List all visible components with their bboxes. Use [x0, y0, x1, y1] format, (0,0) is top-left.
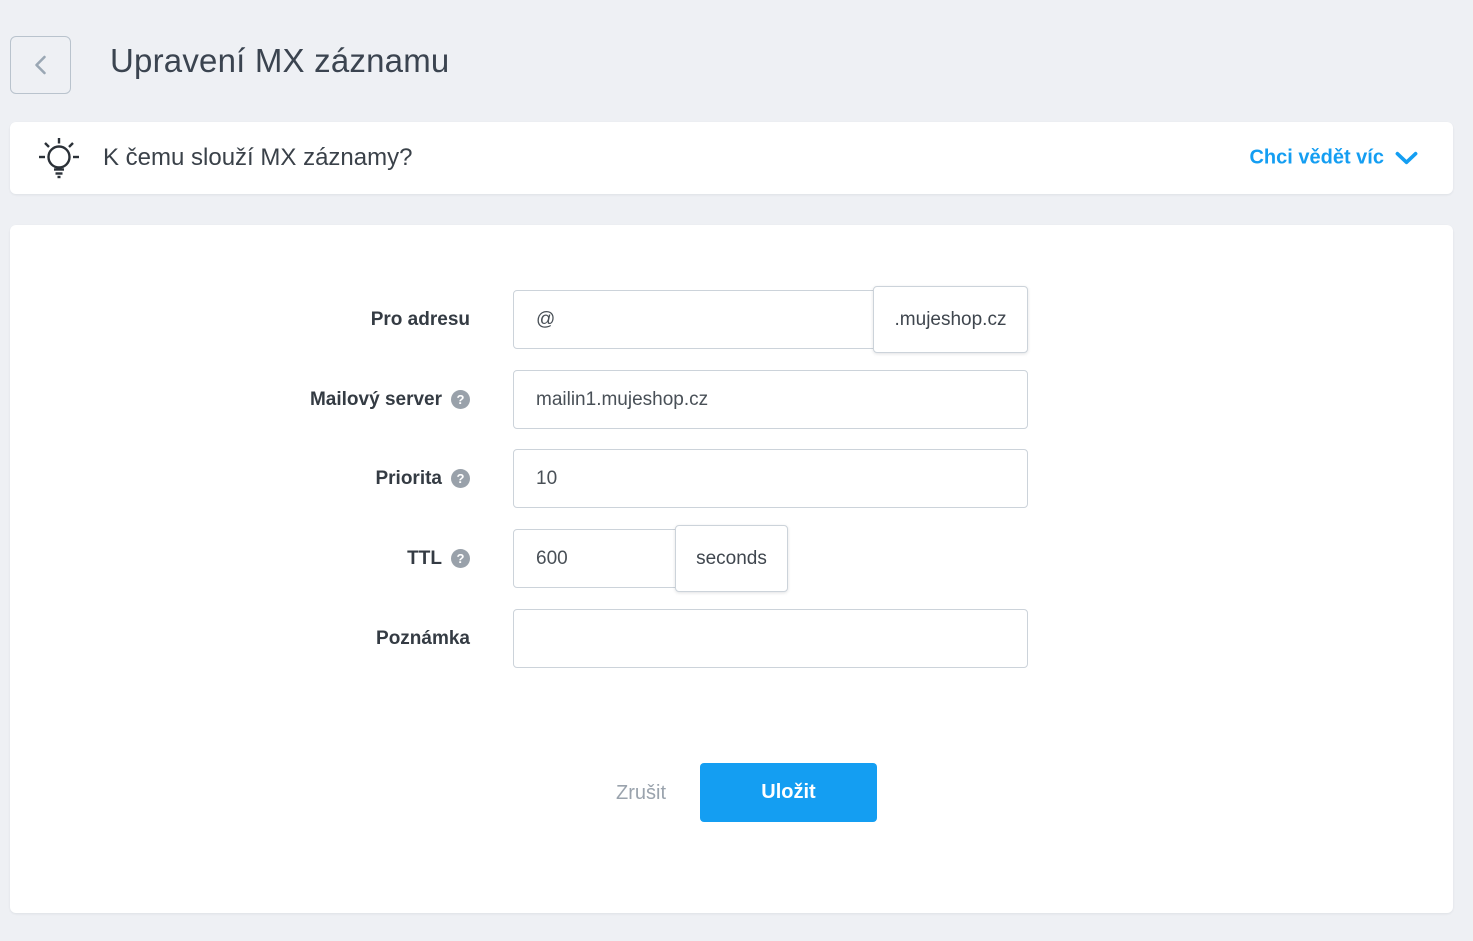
field-label-text: Pro adresu — [370, 308, 470, 330]
page: { "header": { "title": "Upravení MX zázn… — [0, 0, 1473, 941]
form-row-pro-adresu: Pro adresu .mujeshop.cz — [10, 286, 1453, 353]
help-icon[interactable]: ? — [451, 549, 470, 568]
field-label-pro-adresu: Pro adresu — [10, 290, 470, 349]
help-icon[interactable]: ? — [451, 469, 470, 488]
field-label-text: Poznámka — [376, 627, 470, 649]
back-button[interactable] — [10, 36, 71, 94]
field-label-ttl: TTL ? — [10, 529, 470, 588]
more-info-link[interactable]: Chci vědět víc — [1249, 147, 1418, 170]
mail-server-input-group — [513, 370, 1028, 429]
info-bar: K čemu slouží MX záznamy? Chci vědět víc — [10, 122, 1453, 194]
form-row-priorita: Priorita ? — [10, 449, 1453, 508]
page-title: Upravení MX záznamu — [110, 42, 450, 79]
chevron-down-icon — [1395, 151, 1418, 164]
info-question: K čemu slouží MX záznamy? — [103, 144, 413, 171]
ttl-input[interactable] — [513, 529, 676, 588]
field-label-text: TTL — [407, 547, 442, 569]
domain-suffix-addon: .mujeshop.cz — [873, 286, 1028, 353]
poznamka-input-group — [513, 609, 1028, 668]
priorita-input-group — [513, 449, 1028, 508]
more-info-label: Chci vědět víc — [1249, 146, 1384, 169]
pro-adresu-input-group: .mujeshop.cz — [513, 286, 1028, 353]
field-label-text: Priorita — [375, 467, 442, 489]
mail-server-input[interactable] — [513, 370, 1028, 429]
field-label-priorita: Priorita ? — [10, 449, 470, 508]
priorita-input[interactable] — [513, 449, 1028, 508]
form-row-poznamka: Poznámka — [10, 609, 1453, 668]
chevron-left-icon — [34, 55, 46, 75]
help-icon[interactable]: ? — [451, 390, 470, 409]
field-label-mail-server: Mailový server ? — [10, 370, 470, 429]
ttl-unit-addon: seconds — [675, 525, 788, 592]
cancel-button[interactable]: Zrušit — [585, 770, 697, 816]
poznamka-input[interactable] — [513, 609, 1028, 668]
field-label-text: Mailový server — [309, 388, 442, 410]
form-row-mail-server: Mailový server ? — [10, 370, 1453, 429]
pro-adresu-input[interactable] — [513, 290, 874, 349]
form-card: Pro adresu .mujeshop.cz Mailový server ?… — [10, 225, 1453, 913]
field-label-poznamka: Poznámka — [10, 609, 470, 668]
form-row-ttl: TTL ? seconds — [10, 525, 1453, 592]
save-button[interactable]: Uložit — [700, 763, 877, 822]
lightbulb-icon — [36, 135, 82, 183]
ttl-input-group: seconds — [513, 525, 788, 592]
